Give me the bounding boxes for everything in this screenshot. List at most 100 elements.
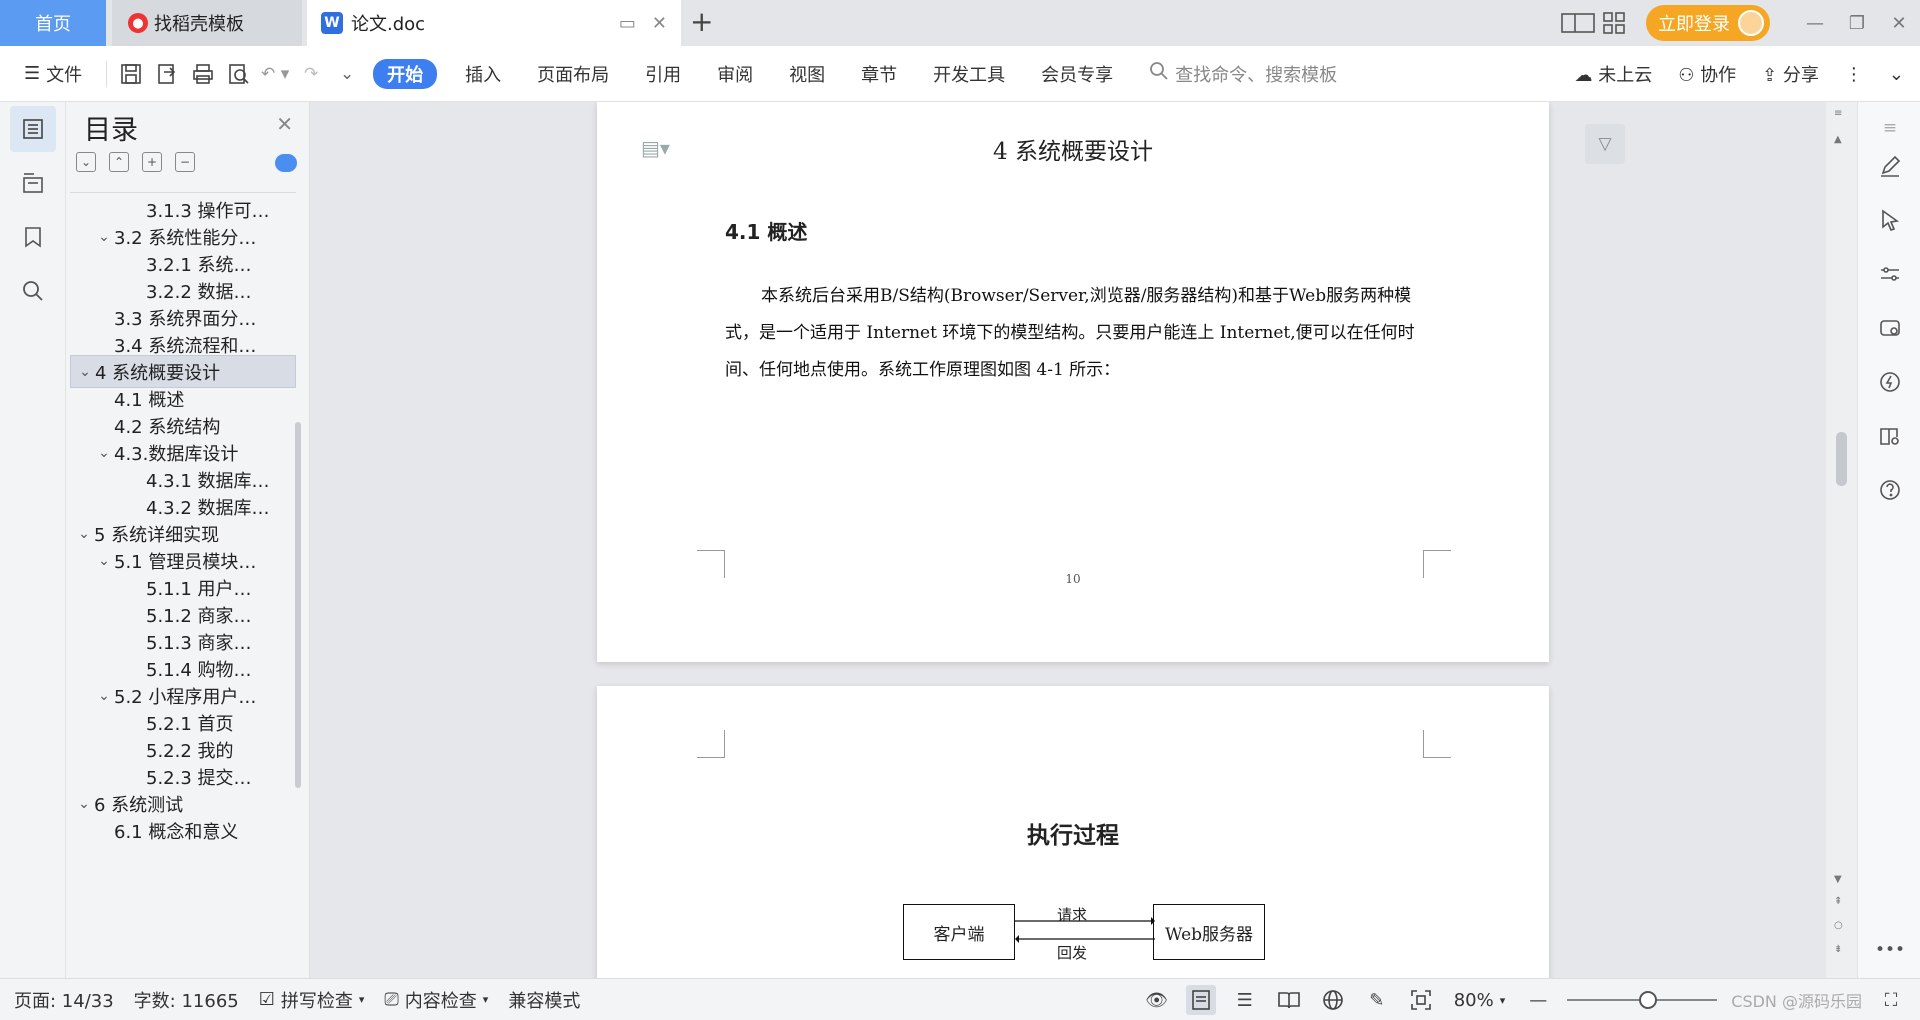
chevron-down-icon[interactable]: ⌄ bbox=[94, 445, 114, 461]
figure-title[interactable]: 执行过程 bbox=[597, 816, 1549, 850]
tab-view[interactable]: 视图 bbox=[771, 46, 843, 102]
tab-references[interactable]: 引用 bbox=[627, 46, 699, 102]
login-button[interactable]: 立即登录 bbox=[1646, 5, 1770, 41]
pen-icon[interactable] bbox=[1872, 148, 1908, 184]
tab-developer[interactable]: 开发工具 bbox=[915, 46, 1023, 102]
promote-level-icon[interactable]: + bbox=[142, 152, 162, 172]
new-tab-button[interactable]: + bbox=[690, 8, 713, 36]
chapter-nav-icon[interactable] bbox=[10, 160, 56, 206]
demote-level-icon[interactable]: − bbox=[175, 152, 195, 172]
zoom-level[interactable]: 80% ▾ bbox=[1450, 990, 1510, 1011]
book-search-icon[interactable] bbox=[1872, 418, 1908, 454]
write-mode-icon[interactable]: ✎ bbox=[1362, 985, 1392, 1015]
zoom-out-icon[interactable]: — bbox=[1523, 985, 1553, 1015]
restore-icon[interactable]: ❐ bbox=[1836, 13, 1878, 34]
collapse-ribbon-icon[interactable]: ⌄ bbox=[1889, 64, 1904, 85]
quick-access-more-icon[interactable]: ⌄ bbox=[329, 64, 365, 84]
client-box[interactable]: 客户端 bbox=[903, 904, 1015, 960]
page-collapse-icon[interactable]: ▽ bbox=[1585, 124, 1625, 164]
heading-1[interactable]: 4 系统概要设计 bbox=[597, 132, 1549, 166]
collapse-all-icon[interactable]: ⌃ bbox=[109, 152, 129, 172]
tab-start[interactable]: 开始 bbox=[373, 58, 438, 89]
title-tab-bar: 首页 ● 找稻壳模板 W 论文.doc ▭ ✕ + 立即登录 — ❐ ✕ bbox=[0, 0, 1920, 46]
export-pdf-icon[interactable] bbox=[149, 63, 185, 85]
chevron-down-icon[interactable]: ⌄ bbox=[74, 526, 94, 542]
toc-item[interactable]: 6.1 概念和意义 bbox=[70, 814, 296, 847]
tab-daoke-templates[interactable]: ● 找稻壳模板 bbox=[112, 0, 302, 46]
chevron-down-icon[interactable]: ⌄ bbox=[94, 553, 114, 569]
body-paragraph[interactable]: 本系统后台采用B/S结构(Browser/Server,浏览器/服务器结构)和基… bbox=[725, 278, 1445, 389]
page-indicator[interactable]: 页面: 14/33 bbox=[0, 987, 124, 1013]
web-view-icon[interactable] bbox=[1318, 985, 1348, 1015]
undo-icon[interactable]: ↶ ▾ bbox=[257, 64, 293, 84]
tab-page-layout[interactable]: 页面布局 bbox=[519, 46, 627, 102]
lightning-icon[interactable] bbox=[1872, 364, 1908, 400]
more-horizontal-icon[interactable]: ••• bbox=[1872, 932, 1908, 968]
print-icon[interactable] bbox=[185, 63, 221, 85]
apps-grid-icon[interactable] bbox=[1596, 5, 1632, 41]
scroll-top-icon[interactable]: ≡ bbox=[1834, 108, 1842, 119]
close-tab-icon[interactable]: ✕ bbox=[652, 13, 667, 34]
find-icon[interactable] bbox=[10, 268, 56, 314]
command-search[interactable]: 查找命令、搜索模板 bbox=[1149, 61, 1337, 87]
scroll-up-icon[interactable]: ▲ bbox=[1834, 134, 1842, 145]
tab-review[interactable]: 审阅 bbox=[699, 46, 771, 102]
more-vertical-icon[interactable]: ⋮ bbox=[1845, 64, 1863, 85]
toc-mode-toggle[interactable] bbox=[275, 154, 297, 172]
print-preview-icon[interactable] bbox=[221, 63, 257, 85]
web-server-box[interactable]: Web服务器 bbox=[1153, 904, 1265, 960]
outline-view-icon[interactable]: ☰ bbox=[1230, 985, 1260, 1015]
pin-tab-icon[interactable]: ▭ bbox=[619, 13, 636, 34]
reading-view-icon[interactable] bbox=[1274, 985, 1304, 1015]
save-icon[interactable] bbox=[113, 63, 149, 85]
close-icon[interactable]: ✕ bbox=[276, 112, 293, 136]
next-page-icon[interactable]: ⇟ bbox=[1834, 944, 1842, 955]
prev-page-icon[interactable]: ⇞ bbox=[1834, 896, 1842, 907]
spellcheck-button[interactable]: ☑ 拼写检查 ▾ bbox=[249, 987, 375, 1013]
scroll-down-icon[interactable]: ▼ bbox=[1834, 874, 1842, 885]
cloud-status[interactable]: ☁ 未上云 bbox=[1574, 61, 1652, 87]
word-count[interactable]: 字数: 11665 bbox=[124, 987, 249, 1013]
document-page-next[interactable]: 执行过程 客户端 Web服务器 请求 回发 bbox=[597, 686, 1549, 978]
toc-scrollbar[interactable] bbox=[295, 422, 301, 788]
adjust-settings-icon[interactable] bbox=[1872, 256, 1908, 292]
tab-chapter[interactable]: 章节 bbox=[843, 46, 915, 102]
page-view-icon[interactable] bbox=[1185, 985, 1216, 1015]
chevron-down-icon[interactable]: ⌄ bbox=[74, 796, 94, 812]
image-tools-icon[interactable] bbox=[1872, 310, 1908, 346]
outline-toc-icon[interactable] bbox=[10, 106, 56, 152]
chevron-down-icon[interactable]: ⌄ bbox=[94, 688, 114, 704]
select-cursor-icon[interactable] bbox=[1872, 202, 1908, 238]
share-button[interactable]: ⇪ 分享 bbox=[1762, 61, 1819, 87]
chevron-down-icon[interactable]: ⌄ bbox=[94, 229, 114, 245]
tab-member[interactable]: 会员专享 bbox=[1023, 46, 1131, 102]
scroll-thumb[interactable] bbox=[1836, 432, 1847, 486]
select-object-icon[interactable]: ○ bbox=[1834, 920, 1843, 931]
file-menu[interactable]: ☰ 文件 bbox=[0, 46, 100, 102]
fit-page-icon[interactable] bbox=[1406, 985, 1436, 1015]
redo-icon[interactable]: ↷ bbox=[293, 64, 329, 84]
document-page[interactable]: ▤▾ 4 系统概要设计 4.1 概述 本系统后台采用B/S结构(Browser/… bbox=[597, 102, 1549, 662]
bookmark-icon[interactable] bbox=[10, 214, 56, 260]
content-check-button[interactable]: ⎚ 内容检查 ▾ bbox=[374, 987, 498, 1013]
minimize-icon[interactable]: — bbox=[1794, 13, 1836, 34]
tab-home[interactable]: 首页 bbox=[0, 0, 106, 46]
share-icon: ⇪ bbox=[1762, 65, 1778, 86]
tab-document[interactable]: W 论文.doc ▭ ✕ bbox=[307, 0, 681, 46]
expand-all-icon[interactable]: ⌄ bbox=[76, 152, 96, 172]
zoom-slider[interactable] bbox=[1567, 991, 1718, 1009]
zoom-slider-knob[interactable] bbox=[1639, 991, 1658, 1009]
document-scrollbar[interactable]: ≡ ▲ ▼ ⇞ ○ ⇟ bbox=[1826, 102, 1857, 978]
tab-insert[interactable]: 插入 bbox=[447, 46, 519, 102]
eye-protection-icon[interactable]: 👁 bbox=[1142, 985, 1172, 1015]
layout-switch-icon[interactable] bbox=[1560, 5, 1596, 41]
heading-2[interactable]: 4.1 概述 bbox=[725, 216, 807, 245]
collab-button[interactable]: ⚇ 协作 bbox=[1678, 61, 1736, 87]
help-icon[interactable] bbox=[1872, 472, 1908, 508]
toc-item-label: 5.1.3 商家… bbox=[146, 632, 252, 654]
document-canvas[interactable]: ▤▾ 4 系统概要设计 4.1 概述 本系统后台采用B/S结构(Browser/… bbox=[311, 102, 1857, 978]
fullscreen-icon[interactable]: ⛶ bbox=[1876, 985, 1906, 1015]
chevron-down-icon[interactable]: ⌄ bbox=[75, 364, 95, 380]
window-close-icon[interactable]: ✕ bbox=[1878, 13, 1920, 34]
collab-label: 协作 bbox=[1700, 65, 1737, 86]
